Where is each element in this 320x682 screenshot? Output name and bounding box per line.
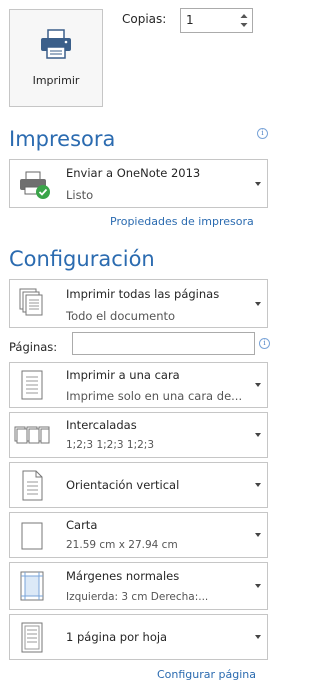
portrait-page-icon xyxy=(18,470,46,502)
copies-label: Copias: xyxy=(122,12,167,26)
printer-section-title: Impresora xyxy=(9,127,116,151)
margins-subtitle: Izquierda: 3 cm Derecha:... xyxy=(66,591,209,603)
print-range-dropdown[interactable]: Imprimir todas las páginas Todo el docum… xyxy=(9,279,268,328)
info-icon[interactable]: i xyxy=(259,338,270,349)
printer-ready-icon xyxy=(18,168,52,202)
sides-subtitle: Imprime solo en una cara de... xyxy=(66,389,243,403)
print-button[interactable]: Imprimir xyxy=(9,9,103,107)
pages-stack-icon xyxy=(18,288,46,320)
printer-name: Enviar a OneNote 2013 xyxy=(66,166,201,180)
collation-subtitle: 1;2;3 1;2;3 1;2;3 xyxy=(66,439,155,451)
paper-size-subtitle: 21.59 cm x 27.94 cm xyxy=(66,539,178,551)
spin-down-icon xyxy=(240,23,248,27)
chevron-down-icon xyxy=(255,533,261,537)
collation-title: Intercaladas xyxy=(66,418,137,432)
spin-up-icon xyxy=(240,14,248,18)
copies-value: 1 xyxy=(186,13,194,27)
chevron-down-icon xyxy=(255,182,261,186)
paper-size-dropdown[interactable]: Carta 21.59 cm x 27.94 cm xyxy=(9,512,268,558)
orientation-dropdown[interactable]: Orientación vertical xyxy=(9,462,268,508)
chevron-down-icon xyxy=(255,433,261,437)
orientation-title: Orientación vertical xyxy=(66,478,180,492)
print-range-title: Imprimir todas las páginas xyxy=(66,287,220,301)
paper-size-title: Carta xyxy=(66,518,98,532)
printer-status: Listo xyxy=(66,188,94,202)
pages-per-sheet-icon xyxy=(18,622,46,654)
pages-per-sheet-dropdown[interactable]: 1 página por hoja xyxy=(9,614,268,660)
settings-section-title: Configuración xyxy=(9,247,155,271)
printer-properties-link[interactable]: Propiedades de impresora xyxy=(110,215,254,228)
paper-size-icon xyxy=(18,520,46,552)
chevron-down-icon xyxy=(255,302,261,306)
copies-stepper[interactable]: 1 xyxy=(180,8,253,33)
margins-icon xyxy=(18,570,46,602)
margins-dropdown[interactable]: Márgenes normales Izquierda: 3 cm Derech… xyxy=(9,562,268,610)
margins-title: Márgenes normales xyxy=(66,569,180,583)
collated-icon xyxy=(14,422,50,450)
collation-dropdown[interactable]: Intercaladas 1;2;3 1;2;3 1;2;3 xyxy=(9,412,268,458)
sides-title: Imprimir a una cara xyxy=(66,368,180,382)
chevron-down-icon xyxy=(255,584,261,588)
pages-per-sheet-title: 1 página por hoja xyxy=(66,630,168,644)
page-setup-link[interactable]: Configurar página xyxy=(157,668,256,681)
copies-spinner[interactable] xyxy=(236,9,252,32)
info-icon[interactable]: i xyxy=(257,128,268,139)
chevron-down-icon xyxy=(255,635,261,639)
chevron-down-icon xyxy=(255,383,261,387)
one-sided-icon xyxy=(18,370,46,402)
chevron-down-icon xyxy=(255,483,261,487)
printer-dropdown[interactable]: Enviar a OneNote 2013 Listo xyxy=(9,159,268,208)
printer-icon xyxy=(38,28,74,60)
print-range-subtitle: Todo el documento xyxy=(66,309,176,323)
pages-label: Páginas: xyxy=(9,340,58,354)
print-button-label: Imprimir xyxy=(32,74,80,87)
sides-dropdown[interactable]: Imprimir a una cara Imprime solo en una … xyxy=(9,362,268,408)
pages-input[interactable] xyxy=(72,332,255,355)
